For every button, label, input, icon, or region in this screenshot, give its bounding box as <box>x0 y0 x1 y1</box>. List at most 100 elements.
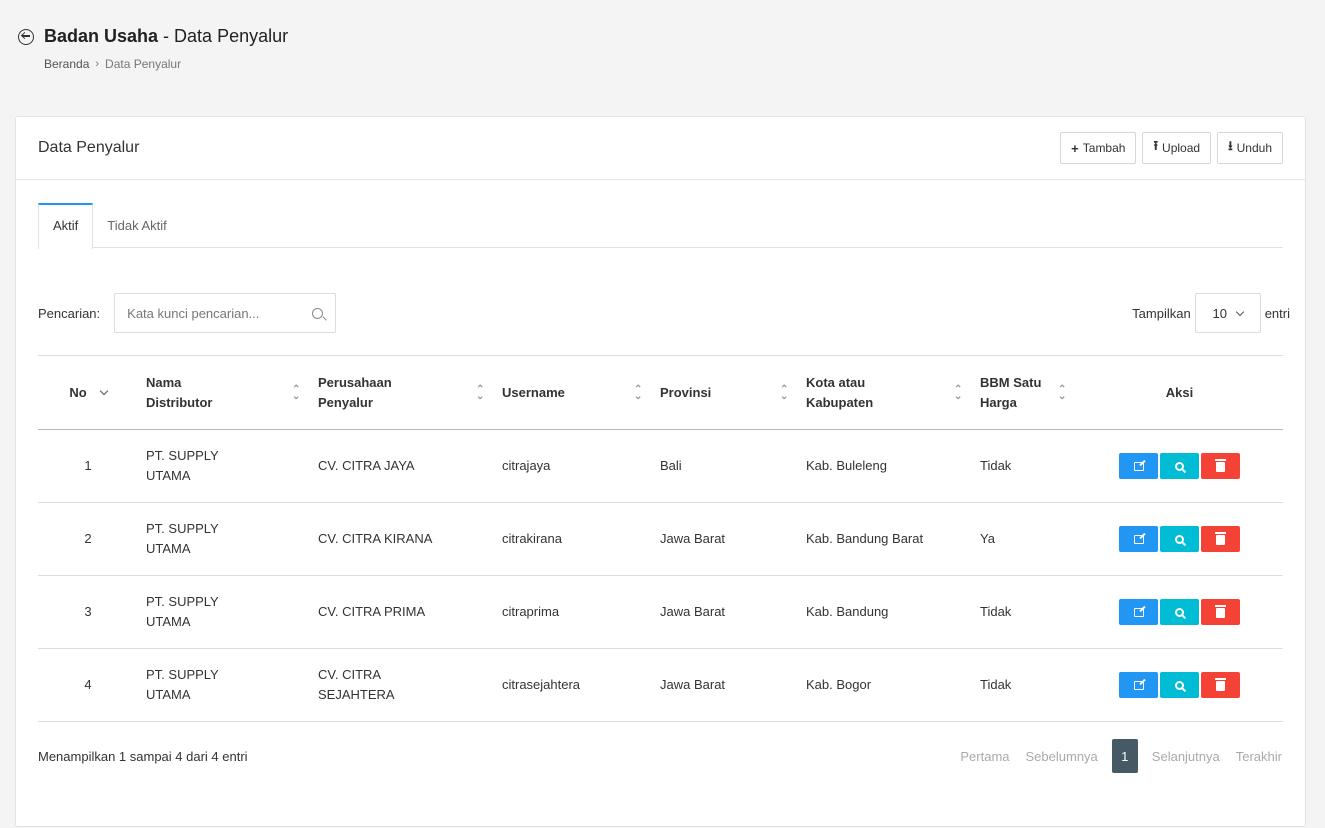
sort-icon: ⌃ ⌄ <box>634 383 643 402</box>
cell-bbm: Tidak <box>980 458 1012 473</box>
cell-no: 1 <box>84 458 92 473</box>
delete-button[interactable] <box>1201 526 1240 552</box>
breadcrumb-current: Data Penyalur <box>105 57 182 71</box>
col-actions: Aksi <box>1165 384 1194 400</box>
cell-actions <box>1076 576 1283 649</box>
search-box[interactable] <box>114 293 337 333</box>
cell-city: Kab. Bogor <box>806 677 872 692</box>
sort-icon: ⌃ ⌄ <box>1058 383 1067 402</box>
view-button[interactable] <box>1160 453 1199 479</box>
cell-company: CV. CITRA KIRANA <box>318 531 433 546</box>
pagination: Pertama Sebelumnya 1 Selanjutnya Terakhi… <box>952 739 1290 773</box>
cell-province: Jawa Barat <box>660 604 726 619</box>
cell-username: citrakirana <box>502 531 562 546</box>
col-no[interactable]: No <box>38 356 138 430</box>
page-current[interactable]: 1 <box>1111 739 1138 773</box>
back-arrow-icon[interactable] <box>18 28 34 45</box>
col-city[interactable]: Kota atau Kabupaten ⌃ ⌄ <box>798 356 972 430</box>
edit-button[interactable] <box>1119 453 1158 479</box>
cell-company: CV. CITRA SEJAHTERA <box>318 667 395 702</box>
cell-username: citrajaya <box>502 458 551 473</box>
cell-province: Jawa Barat <box>660 677 726 692</box>
delete-button[interactable] <box>1201 599 1240 625</box>
search-row: Pencarian: Tampilkan 10 entri <box>38 292 1290 334</box>
page-prev[interactable]: Sebelumnya <box>1018 749 1106 764</box>
add-button[interactable]: + Tambah <box>1060 132 1137 164</box>
col-bbm[interactable]: BBM Satu Harga ⌃ ⌄ <box>972 356 1076 430</box>
card-header: Data Penyalur + Tambah ⭱ Upload ⭳ Unduh <box>16 117 1305 180</box>
view-button[interactable] <box>1160 526 1199 552</box>
col-company[interactable]: Perusahaan Penyalur ⌃ ⌄ <box>310 356 494 430</box>
entries-info: Menampilkan 1 sampai 4 dari 4 entri <box>38 748 248 764</box>
view-button[interactable] <box>1160 672 1199 698</box>
page-title: Badan Usaha - Data Penyalur <box>44 26 289 46</box>
table-header-row: No Nama Distributor ⌃ ⌄ Perusahaan Penyalu… <box>38 355 1283 430</box>
search-icon <box>1175 534 1184 544</box>
col-distributor[interactable]: Nama Distributor ⌃ ⌄ <box>138 356 310 430</box>
edit-button[interactable] <box>1119 599 1158 625</box>
download-button[interactable]: ⭳ Unduh <box>1217 132 1283 164</box>
edit-icon <box>1133 461 1144 471</box>
page-first[interactable]: Pertama <box>952 749 1017 764</box>
chevron-down-icon <box>1235 307 1245 316</box>
cell-company: CV. CITRA JAYA <box>318 458 415 473</box>
cell-actions <box>1076 649 1283 722</box>
search-label: Pencarian: <box>38 305 101 321</box>
sort-icon: ⌃ ⌄ <box>780 383 789 402</box>
page-last[interactable]: Terakhir <box>1228 749 1290 764</box>
page-next[interactable]: Selanjutnya <box>1144 749 1228 764</box>
table-row: 1 PT. SUPPLY UTAMA CV. CITRA JAYA citraj… <box>38 430 1283 503</box>
tab-aktif[interactable]: Aktif <box>38 203 94 249</box>
edit-button[interactable] <box>1119 526 1158 552</box>
penyalur-table: No Nama Distributor ⌃ ⌄ Perusahaan Penyalu… <box>38 355 1283 722</box>
cell-distributor: PT. SUPPLY UTAMA <box>146 448 219 483</box>
cell-actions <box>1076 430 1283 503</box>
search-icon[interactable] <box>312 307 324 319</box>
page-size-select[interactable]: 10 <box>1194 293 1261 333</box>
cell-bbm: Tidak <box>980 677 1012 692</box>
toolbar: + Tambah ⭱ Upload ⭳ Unduh <box>1060 132 1283 164</box>
cell-distributor: PT. SUPPLY UTAMA <box>146 667 219 702</box>
cell-company: CV. CITRA PRIMA <box>318 604 426 619</box>
search-icon <box>1175 607 1184 617</box>
tab-tidak-aktif[interactable]: Tidak Aktif <box>93 203 180 248</box>
edit-button[interactable] <box>1119 672 1158 698</box>
breadcrumb: Beranda › Data Penyalur <box>44 57 288 71</box>
cell-city: Kab. Bandung Barat <box>806 531 924 546</box>
cell-actions <box>1076 503 1283 576</box>
breadcrumb-home[interactable]: Beranda <box>44 57 89 71</box>
cell-province: Bali <box>660 458 682 473</box>
upload-button[interactable]: ⭱ Upload <box>1142 132 1212 164</box>
delete-button[interactable] <box>1201 672 1240 698</box>
table-footer: Menampilkan 1 sampai 4 dari 4 entri Pert… <box>38 739 1290 773</box>
table-row: 4 PT. SUPPLY UTAMA CV. CITRA SEJAHTERA c… <box>38 649 1283 722</box>
cell-no: 3 <box>84 604 92 619</box>
trash-icon <box>1215 605 1226 618</box>
col-username[interactable]: Username ⌃ ⌄ <box>494 356 652 430</box>
show-label: Tampilkan <box>1132 305 1191 321</box>
card-title: Data Penyalur <box>38 139 140 156</box>
search-icon <box>1175 461 1184 471</box>
status-tabs: Aktif Tidak Aktif <box>38 203 1283 249</box>
sort-icon: ⌃ ⌄ <box>476 383 485 402</box>
page-header: Badan Usaha - Data Penyalur Beranda › Da… <box>18 26 288 71</box>
edit-icon <box>1133 607 1144 617</box>
cell-username: citrasejahtera <box>502 677 581 692</box>
cell-username: citraprima <box>502 604 560 619</box>
col-province[interactable]: Provinsi ⌃ ⌄ <box>652 356 798 430</box>
view-button[interactable] <box>1160 599 1199 625</box>
search-input[interactable] <box>127 305 298 321</box>
search-icon <box>1175 680 1184 690</box>
upload-icon: ⭱ <box>1153 138 1159 153</box>
trash-icon <box>1215 678 1226 691</box>
data-card: Data Penyalur + Tambah ⭱ Upload ⭳ Unduh Akt… <box>15 116 1306 827</box>
cell-bbm: Ya <box>980 531 995 546</box>
cell-bbm: Tidak <box>980 604 1012 619</box>
plus-icon: + <box>1071 140 1079 156</box>
delete-button[interactable] <box>1201 453 1240 479</box>
entries-label: entri <box>1264 305 1290 321</box>
page-size-value: 10 <box>1212 305 1227 321</box>
cell-distributor: PT. SUPPLY UTAMA <box>146 594 219 629</box>
cell-distributor: PT. SUPPLY UTAMA <box>146 521 219 556</box>
cell-city: Kab. Bandung <box>806 604 889 619</box>
